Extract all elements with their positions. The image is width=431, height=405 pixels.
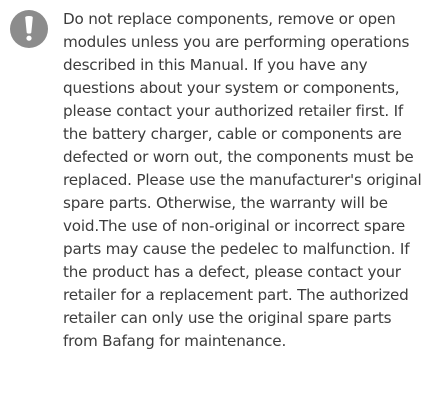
notice-line: modules unless you are performing operat… <box>63 33 410 51</box>
notice-line: defected or worn out, the components mus… <box>63 148 414 166</box>
notice-line: Do not replace components, remove or ope… <box>63 10 396 28</box>
notice-line: retailer for a replacement part. The aut… <box>63 286 409 304</box>
exclamation-glyph <box>25 16 33 41</box>
notice-line: parts may cause the pedelec to malfuncti… <box>63 240 410 258</box>
notice-line: replaced. Please use the manufacturer's … <box>63 171 422 189</box>
notice-line: please contact your authorized retailer … <box>63 102 404 120</box>
notice-line: described in this Manual. If you have an… <box>63 56 368 74</box>
warning-notice: Do not replace components, remove or ope… <box>0 0 431 405</box>
notice-paragraph: Do not replace components, remove or ope… <box>63 8 425 353</box>
notice-line: spare parts. Otherwise, the warranty wil… <box>63 194 388 212</box>
notice-line: questions about your system or component… <box>63 79 400 97</box>
notice-line: the battery charger, cable or components… <box>63 125 402 143</box>
exclamation-icon <box>10 10 48 48</box>
notice-line: void.The use of non-original or incorrec… <box>63 217 406 235</box>
notice-line: retailer can only use the original spare… <box>63 309 392 327</box>
notice-line: the product has a defect, please contact… <box>63 263 401 281</box>
notice-line: from Bafang for maintenance. <box>63 332 287 350</box>
